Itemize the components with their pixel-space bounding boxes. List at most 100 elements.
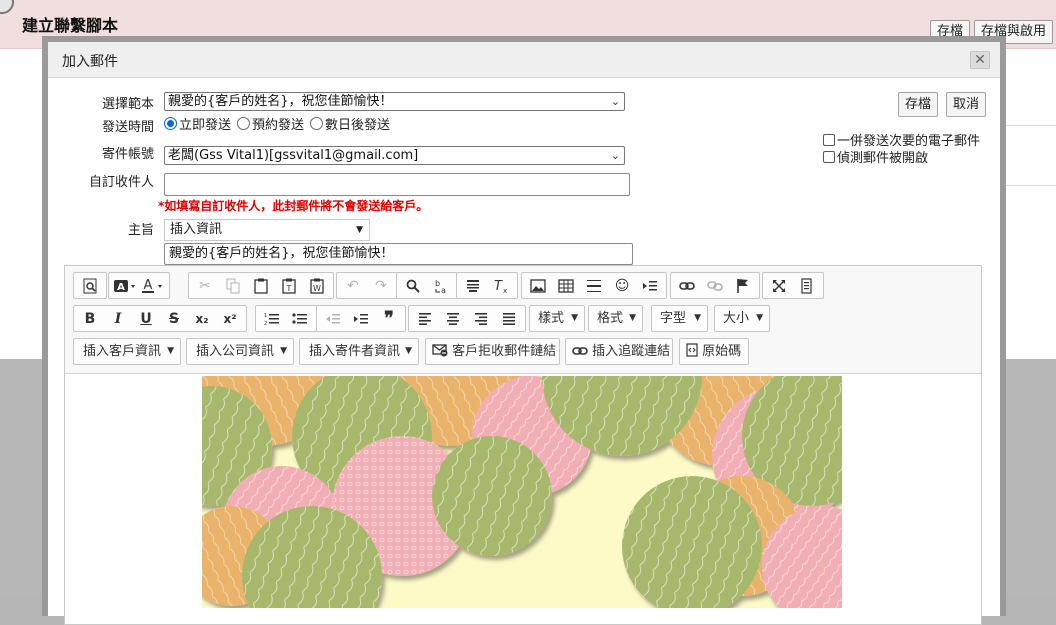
custom-recipient-input[interactable] xyxy=(164,173,630,196)
strike-button[interactable]: S xyxy=(160,307,188,330)
sender-label: 寄件帳號 xyxy=(101,147,154,162)
svg-text:A: A xyxy=(144,278,153,293)
align-justify-icon[interactable] xyxy=(495,307,523,330)
svg-text:a: a xyxy=(441,286,446,294)
circle-pattern-art xyxy=(202,376,842,608)
unlink-icon[interactable] xyxy=(701,274,729,297)
unsubscribe-link-button[interactable]: 客戶拒收郵件鏈結 xyxy=(425,338,560,365)
caret-down-icon: ▼ xyxy=(571,313,578,323)
show-blocks-icon[interactable] xyxy=(793,274,821,297)
toolbar-group-history: ↶ ↷ xyxy=(336,272,398,299)
insert-customer-info-button[interactable]: 插入客戶資訊 ▼ xyxy=(73,338,181,365)
paste-icon[interactable] xyxy=(247,274,275,297)
paste-word-icon[interactable]: W xyxy=(303,274,331,297)
caret-down-icon: ▼ xyxy=(756,313,763,323)
image-icon[interactable] xyxy=(524,274,552,297)
preview-icon[interactable] xyxy=(76,274,104,297)
toolbar-group-find: ba xyxy=(396,272,458,299)
font-dropdown[interactable]: 字型 ▼ xyxy=(651,305,708,332)
close-icon[interactable]: ✕ xyxy=(970,51,990,69)
radio-scheduled-label: 預約發送 xyxy=(252,118,305,133)
unsubscribe-icon xyxy=(432,344,452,359)
collapse-icon[interactable] xyxy=(0,0,14,14)
svg-text:1: 1 xyxy=(264,313,267,319)
undo-icon[interactable]: ↶ xyxy=(339,274,367,297)
insert-info-dropdown[interactable]: 插入資訊 ▼ xyxy=(164,219,370,241)
template-select[interactable]: 親愛的{客戶的姓名}，祝您佳節愉快！ ⌄ xyxy=(164,92,625,111)
toolbar-group-document xyxy=(73,272,107,299)
table-icon[interactable] xyxy=(552,274,580,297)
paste-text-icon[interactable]: T xyxy=(275,274,303,297)
send-secondary-checkbox[interactable] xyxy=(823,133,835,146)
source-code-button[interactable]: 原始碼 xyxy=(679,338,749,365)
radio-scheduled[interactable] xyxy=(237,117,251,130)
redo-icon[interactable]: ↷ xyxy=(367,274,395,297)
sender-select[interactable]: 老闆(Gss Vital1)[gssvital1@gmail.com] ⌄ xyxy=(164,146,625,165)
align-left-icon[interactable] xyxy=(411,307,439,330)
copy-icon[interactable] xyxy=(219,274,247,297)
anchor-icon[interactable] xyxy=(729,274,757,297)
radio-days-later[interactable] xyxy=(310,117,324,130)
text-color-icon[interactable]: A xyxy=(139,274,167,297)
toolbar-group-select: Tx xyxy=(456,272,518,299)
superscript-button[interactable]: x² xyxy=(216,307,244,330)
insert-company-info-label: 插入公司資訊 xyxy=(196,344,275,359)
align-center-icon[interactable] xyxy=(439,307,467,330)
insert-sender-info-label: 插入寄件者資訊 xyxy=(309,344,401,359)
svg-text:T: T xyxy=(286,284,292,293)
subject-input[interactable]: 親愛的{客戶的姓名}，祝您佳節愉快！ xyxy=(164,243,633,265)
svg-text:x: x xyxy=(503,287,507,294)
bg-color-icon[interactable]: A xyxy=(111,274,139,297)
insert-tracking-link-button[interactable]: 插入追蹤連結 xyxy=(565,338,673,365)
replace-icon[interactable]: ba xyxy=(427,274,455,297)
custom-recipient-label: 自訂收件人 xyxy=(88,175,154,190)
toolbar-group-clipboard: ✂ T W xyxy=(188,272,334,299)
svg-text:T: T xyxy=(494,279,503,294)
dialog-titlebar: 加入郵件 ✕ xyxy=(48,42,1000,78)
insert-sender-info-button[interactable]: 插入寄件者資訊 ▼ xyxy=(299,338,419,365)
rich-text-editor: A A ✂ T W ↶ ↷ b a T x ☺ B I U S x₂ x² 1 … xyxy=(64,265,982,625)
cut-icon[interactable]: ✂ xyxy=(191,274,219,297)
chevron-down-icon: ⌄ xyxy=(610,149,620,162)
radio-immediate[interactable] xyxy=(164,117,177,130)
size-dropdown[interactable]: 大小 ▼ xyxy=(714,305,770,332)
find-icon[interactable] xyxy=(399,274,427,297)
track-open-option[interactable]: 偵測郵件被開啟 xyxy=(823,147,928,166)
toolbar-group-indent: ❞ xyxy=(316,305,406,332)
source-code-label: 原始碼 xyxy=(702,344,742,359)
bulleted-list-icon[interactable] xyxy=(286,307,314,330)
select-all-icon[interactable] xyxy=(459,274,487,297)
page-break-icon[interactable] xyxy=(636,274,664,297)
blockquote-icon[interactable]: ❞ xyxy=(375,307,403,330)
add-email-dialog: 加入郵件 ✕ 選擇範本 親愛的{客戶的姓名}，祝您佳節愉快！ ⌄ 發送時間 立即… xyxy=(42,36,1006,625)
maximize-icon[interactable] xyxy=(765,274,793,297)
size-label: 大小 xyxy=(723,311,750,326)
bold-button[interactable]: B xyxy=(76,307,104,330)
template-value: 親愛的{客戶的姓名}，祝您佳節愉快！ xyxy=(168,94,393,109)
underline-button[interactable]: U xyxy=(132,307,160,330)
italic-button[interactable]: I xyxy=(104,307,132,330)
toolbar-group-align xyxy=(408,305,526,332)
smiley-icon[interactable]: ☺ xyxy=(608,274,636,297)
numbered-list-icon[interactable]: 12 xyxy=(258,307,286,330)
toolbar-group-colors: A A xyxy=(108,272,170,299)
horizontal-rule-icon[interactable] xyxy=(580,274,608,297)
track-open-checkbox[interactable] xyxy=(823,150,835,163)
link-icon[interactable] xyxy=(673,274,701,297)
send-time-options: 立即發送 預約發送 數日後發送 xyxy=(164,114,396,133)
holiday-banner-image xyxy=(202,376,842,608)
svg-text:A: A xyxy=(117,282,125,293)
insert-company-info-button[interactable]: 插入公司資訊 ▼ xyxy=(186,338,294,365)
indent-icon[interactable] xyxy=(347,307,375,330)
outdent-icon[interactable] xyxy=(319,307,347,330)
format-dropdown[interactable]: 格式 ▼ xyxy=(588,305,643,332)
subscript-button[interactable]: x₂ xyxy=(188,307,216,330)
caret-down-icon: ▼ xyxy=(694,313,701,323)
dialog-cancel-button[interactable]: 取消 xyxy=(946,92,987,117)
editor-content[interactable] xyxy=(65,374,981,624)
remove-format-icon[interactable]: Tx xyxy=(487,274,515,297)
caret-down-icon: ▼ xyxy=(356,225,363,235)
styles-dropdown[interactable]: 樣式 ▼ xyxy=(529,305,585,332)
dialog-save-button[interactable]: 存檔 xyxy=(898,92,939,117)
align-right-icon[interactable] xyxy=(467,307,495,330)
